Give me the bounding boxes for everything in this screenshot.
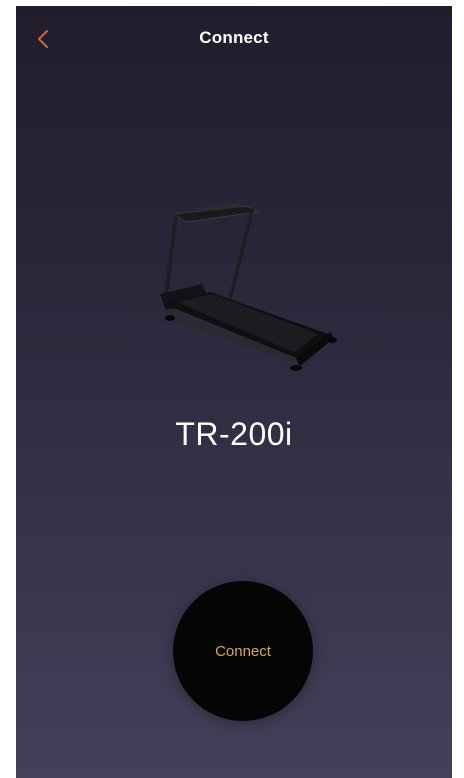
treadmill-icon [160,203,337,371]
device-model-name: TR-200i [175,416,293,452]
page-title: Connect [199,28,269,47]
navigation-bar: Connect [16,6,452,70]
connect-screen: Connect TR-200i Connect [16,6,452,778]
connect-button[interactable]: Connect [173,581,313,721]
